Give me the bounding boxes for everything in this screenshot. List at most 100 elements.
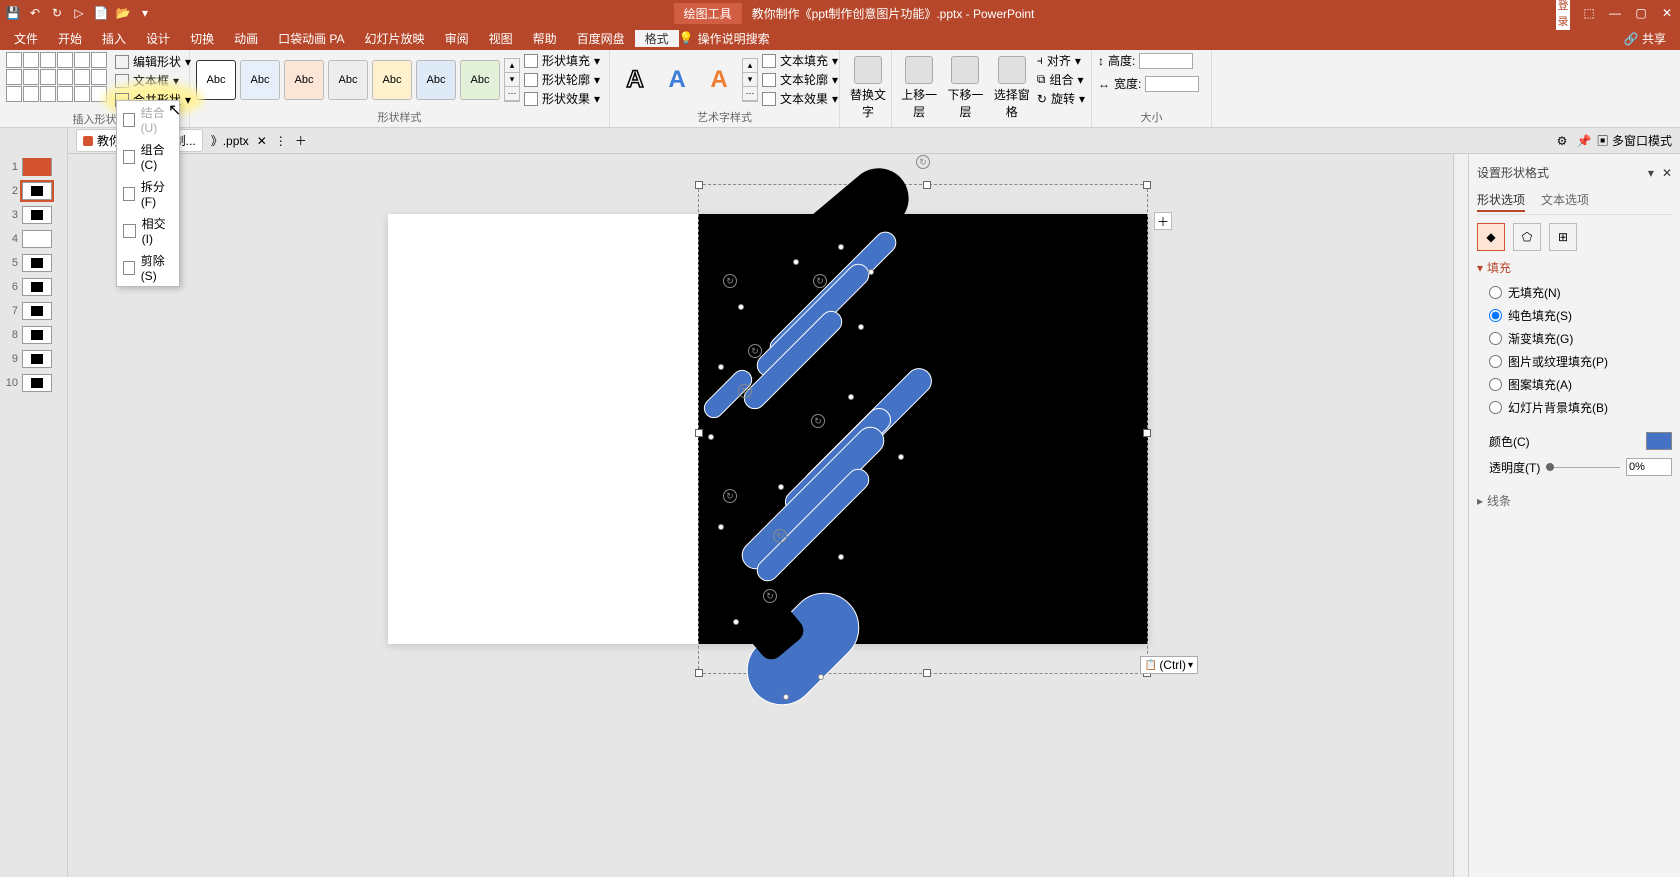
style-preset-7[interactable]: Abc: [460, 60, 500, 100]
tell-me-search[interactable]: 💡 操作说明搜索: [679, 30, 770, 47]
pane-close-icon[interactable]: ✕: [1662, 166, 1672, 180]
pane-dropdown-icon[interactable]: ▾: [1648, 166, 1654, 180]
ribbon-display-icon[interactable]: ⬚: [1582, 6, 1596, 20]
fill-line-tab-icon[interactable]: ◆: [1477, 223, 1505, 251]
effects-tab-icon[interactable]: ⬠: [1513, 223, 1541, 251]
wordart-preset-1[interactable]: A: [616, 61, 654, 99]
slide-thumb-4[interactable]: [22, 230, 52, 248]
text-outline-button[interactable]: 文本轮廓 ▾: [762, 71, 838, 88]
add-handle-icon[interactable]: ＋: [1154, 212, 1172, 230]
style-preset-1[interactable]: Abc: [196, 60, 236, 100]
maximize-icon[interactable]: ▢: [1634, 6, 1648, 20]
radio-gradient-fill[interactable]: 渐变填充(G): [1489, 330, 1672, 347]
style-preset-2[interactable]: Abc: [240, 60, 280, 100]
radio-no-fill[interactable]: 无填充(N): [1489, 284, 1672, 301]
slide-thumb-6[interactable]: [22, 278, 52, 296]
wordart-scroll[interactable]: ▴▾⋯: [742, 58, 758, 102]
tab-options-icon[interactable]: ⋮: [275, 134, 287, 148]
rotate-handle-icon[interactable]: ↻: [811, 414, 825, 428]
edit-shape-button[interactable]: 编辑形状 ▾: [111, 52, 195, 71]
shape-effects-button[interactable]: 形状效果 ▾: [524, 90, 600, 107]
wordart-preset-3[interactable]: A: [700, 61, 738, 99]
shape-style-gallery[interactable]: Abc Abc Abc Abc Abc Abc Abc ▴▾⋯: [196, 58, 520, 102]
tab-design[interactable]: 设计: [136, 30, 180, 47]
qat-dropdown-icon[interactable]: ▾: [138, 6, 152, 20]
rotate-handle-icon[interactable]: ↻: [916, 155, 930, 169]
tab-file[interactable]: 文件: [4, 30, 48, 47]
align-button[interactable]: ⫞ 对齐 ▾: [1037, 52, 1085, 69]
start-from-beginning-icon[interactable]: ▷: [72, 6, 86, 20]
merge-intersect-item[interactable]: 相交(I): [117, 212, 179, 249]
rotate-button[interactable]: ↻ 旋转 ▾: [1037, 90, 1085, 107]
new-tab-icon[interactable]: ＋: [295, 132, 307, 149]
pin-icon[interactable]: 📌: [1577, 134, 1591, 148]
redo-icon[interactable]: ↻: [50, 6, 64, 20]
tab-home[interactable]: 开始: [48, 30, 92, 47]
tab-baidu[interactable]: 百度网盘: [567, 30, 635, 47]
rotate-handle-icon[interactable]: ↻: [723, 489, 737, 503]
rotate-handle-icon[interactable]: ↻: [723, 274, 737, 288]
share-button[interactable]: 🔗 共享: [1614, 30, 1676, 47]
slide-thumb-10[interactable]: [22, 374, 52, 392]
fill-color-picker[interactable]: [1646, 432, 1672, 450]
rotate-handle-icon[interactable]: ↻: [813, 274, 827, 288]
ctrl-smart-tag[interactable]: 📋 (Ctrl) ▾: [1140, 656, 1198, 674]
style-preset-4[interactable]: Abc: [328, 60, 368, 100]
slide-thumb-8[interactable]: [22, 326, 52, 344]
close-tab-icon[interactable]: ✕: [257, 134, 267, 148]
wordart-preset-2[interactable]: A: [658, 61, 696, 99]
shape-gallery[interactable]: [6, 52, 107, 102]
minimize-icon[interactable]: —: [1608, 6, 1622, 20]
merge-subtract-item[interactable]: 剪除(S): [117, 249, 179, 286]
merge-combine-item[interactable]: 组合(C): [117, 138, 179, 175]
radio-picture-fill[interactable]: 图片或纹理填充(P): [1489, 353, 1672, 370]
shape-outline-button[interactable]: 形状轮廓 ▾: [524, 71, 600, 88]
text-box-button[interactable]: 文本框 ▾: [111, 71, 195, 90]
new-icon[interactable]: 📄: [94, 6, 108, 20]
rotate-handle-icon[interactable]: ↻: [748, 344, 762, 358]
style-preset-5[interactable]: Abc: [372, 60, 412, 100]
alt-text-button[interactable]: 替换文字: [846, 52, 890, 124]
text-effects-button[interactable]: 文本效果 ▾: [762, 90, 838, 107]
tab-slideshow[interactable]: 幻灯片放映: [355, 30, 435, 47]
tab-view[interactable]: 视图: [479, 30, 523, 47]
tab-animations[interactable]: 动画: [224, 30, 268, 47]
section-fill[interactable]: ▾ 填充: [1477, 259, 1672, 276]
slide-canvas-area[interactable]: ↻ ↻ ↻ ↻ ↻ ↻ ↻ ↻ ↻: [68, 154, 1468, 877]
selection-pane-button[interactable]: 选择窗格: [991, 52, 1033, 124]
login-button[interactable]: 登录: [1556, 0, 1570, 30]
transparency-input[interactable]: [1626, 458, 1672, 476]
slide-canvas[interactable]: ↻ ↻ ↻ ↻ ↻ ↻ ↻ ↻ ↻: [388, 214, 1148, 644]
radio-solid-fill[interactable]: 纯色填充(S): [1489, 307, 1672, 324]
transparency-slider[interactable]: [1546, 467, 1620, 468]
tab-pa[interactable]: 口袋动画 PA: [268, 30, 354, 47]
wordart-gallery[interactable]: A A A ▴▾⋯: [616, 58, 758, 102]
width-input[interactable]: ↔ 宽度:: [1098, 75, 1199, 92]
group-button[interactable]: ⧉ 组合 ▾: [1037, 71, 1085, 88]
gallery-scroll[interactable]: ▴▾⋯: [504, 58, 520, 102]
tab-insert[interactable]: 插入: [92, 30, 136, 47]
tab-transitions[interactable]: 切换: [180, 30, 224, 47]
height-input[interactable]: ↕ 高度:: [1098, 52, 1199, 69]
tab-help[interactable]: 帮助: [523, 30, 567, 47]
rotate-handle-icon[interactable]: ↻: [763, 589, 777, 603]
section-line[interactable]: ▸ 线条: [1477, 492, 1672, 509]
tab-format[interactable]: 格式: [635, 30, 679, 47]
slide-thumb-2[interactable]: [22, 182, 52, 200]
size-tab-icon[interactable]: ⊞: [1549, 223, 1577, 251]
text-fill-button[interactable]: 文本填充 ▾: [762, 52, 838, 69]
open-icon[interactable]: 📂: [116, 6, 130, 20]
slide-thumb-9[interactable]: [22, 350, 52, 368]
rotate-handle-icon[interactable]: ↻: [738, 384, 752, 398]
close-icon[interactable]: ✕: [1660, 6, 1674, 20]
style-preset-6[interactable]: Abc: [416, 60, 456, 100]
slide-thumb-3[interactable]: [22, 206, 52, 224]
multiwindow-button[interactable]: ▣ 多窗口模式: [1597, 132, 1672, 149]
slide-thumb-7[interactable]: [22, 302, 52, 320]
undo-icon[interactable]: ↶: [28, 6, 42, 20]
tab-review[interactable]: 审阅: [435, 30, 479, 47]
send-backward-button[interactable]: 下移一层: [944, 52, 986, 124]
slide-thumb-5[interactable]: [22, 254, 52, 272]
rotate-handle-icon[interactable]: ↻: [773, 529, 787, 543]
style-preset-3[interactable]: Abc: [284, 60, 324, 100]
